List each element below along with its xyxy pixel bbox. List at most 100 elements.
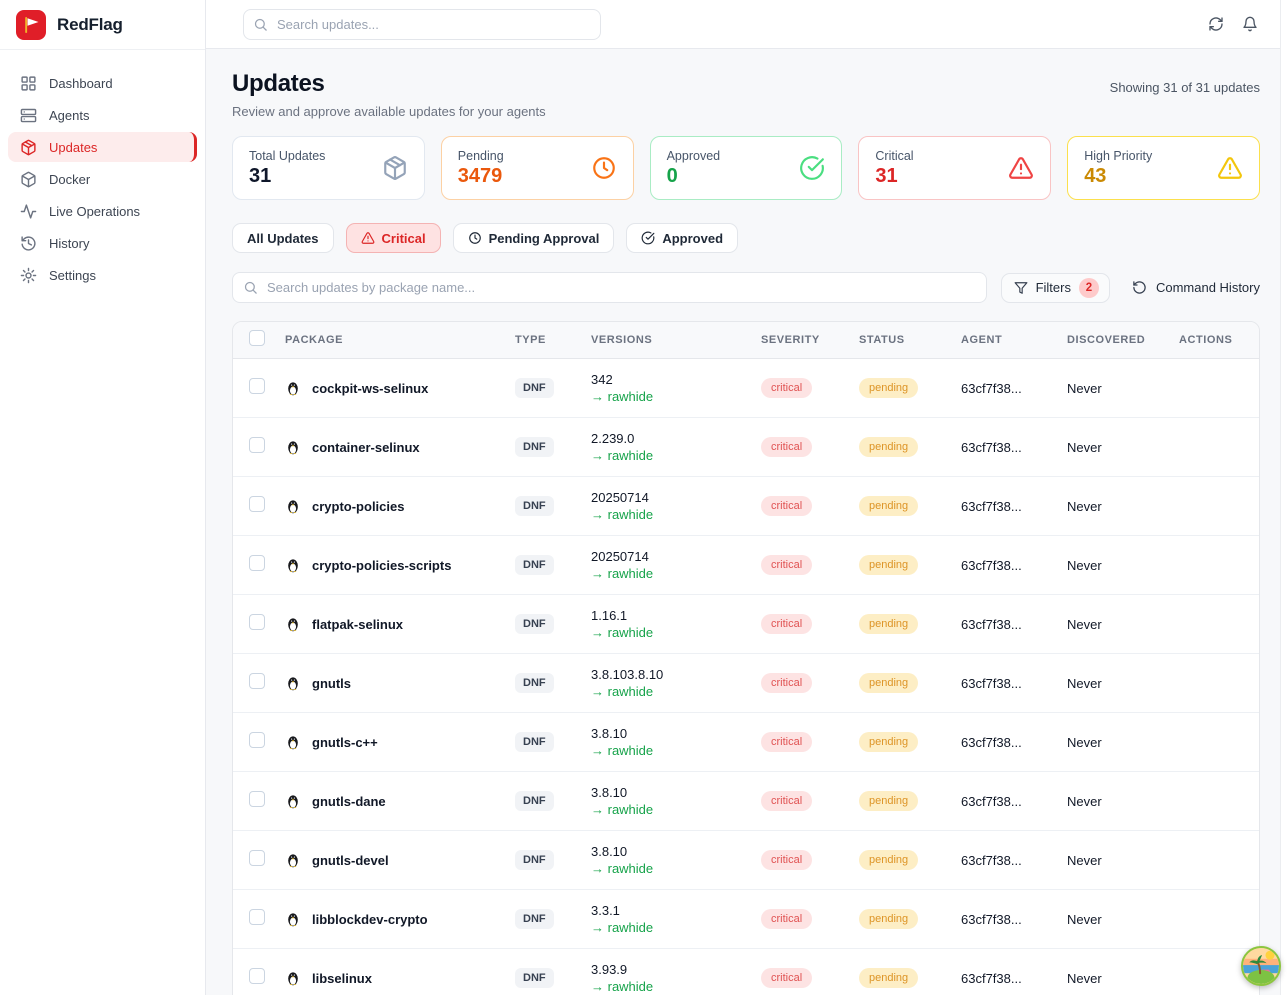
row-select-checkbox[interactable] [249,496,265,512]
version-current: 1.16.1 [591,607,751,624]
external-link-icon [1229,380,1245,396]
approve-button[interactable] [1179,439,1195,455]
approve-button[interactable] [1179,380,1195,396]
topbar [206,0,1288,49]
severity-badge: critical [761,378,812,398]
sidebar-item-updates[interactable]: Updates [8,132,197,162]
open-details-button[interactable] [1229,498,1245,514]
version-current: 3.3.1 [591,902,751,919]
row-select-checkbox[interactable] [249,673,265,689]
reject-button[interactable] [1204,793,1220,809]
package-search-input[interactable] [232,272,987,303]
reject-button[interactable] [1204,616,1220,632]
stat-value: 0 [667,165,721,188]
approve-button[interactable] [1179,793,1195,809]
type-badge: DNF [515,437,554,457]
stat-label: High Priority [1084,149,1152,163]
approve-button[interactable] [1179,557,1195,573]
severity-badge: critical [761,968,812,988]
row-select-checkbox[interactable] [249,909,265,925]
approve-button[interactable] [1179,616,1195,632]
linux-penguin-icon [285,439,301,455]
version-current: 3.8.10 [591,784,751,801]
table-toolbar: Filters 2 Command History [232,272,1260,303]
filter-tab-pending-approval[interactable]: Pending Approval [453,223,615,253]
stat-card-approved: Approved 0 [650,136,843,200]
row-select-checkbox[interactable] [249,968,265,984]
reject-button[interactable] [1204,852,1220,868]
column-header-status: STATUS [859,334,961,346]
row-select-checkbox[interactable] [249,614,265,630]
reject-button[interactable] [1204,557,1220,573]
reject-button[interactable] [1204,439,1220,455]
row-select-checkbox[interactable] [249,437,265,453]
open-details-button[interactable] [1229,852,1245,868]
open-details-button[interactable] [1229,793,1245,809]
approve-button[interactable] [1179,734,1195,750]
open-details-button[interactable] [1229,557,1245,573]
refresh-button[interactable] [1208,16,1224,32]
sidebar-item-history[interactable]: History [8,228,197,258]
linux-penguin-icon [285,911,301,927]
approve-button[interactable] [1179,852,1195,868]
check-circle-icon [1179,557,1195,573]
status-badge: pending [859,378,918,398]
sidebar-item-agents[interactable]: Agents [8,100,197,130]
scrollbar[interactable] [1280,0,1288,995]
open-details-button[interactable] [1229,380,1245,396]
version-current: 20250714 [591,548,751,565]
severity-badge: critical [761,614,812,634]
open-details-button[interactable] [1229,616,1245,632]
approve-button[interactable] [1179,970,1195,986]
agent-id: 63cf7f38... [961,676,1067,691]
open-details-button[interactable] [1229,911,1245,927]
select-all-checkbox[interactable] [249,330,265,346]
row-select-checkbox[interactable] [249,732,265,748]
approve-button[interactable] [1179,498,1195,514]
reject-button[interactable] [1204,734,1220,750]
notifications-button[interactable] [1242,16,1258,32]
reject-button[interactable] [1204,498,1220,514]
check-circle-icon [1179,911,1195,927]
agent-id: 63cf7f38... [961,735,1067,750]
version-current: 20250714 [591,489,751,506]
sidebar-item-live-operations[interactable]: Live Operations [8,196,197,226]
filters-button[interactable]: Filters 2 [1001,273,1110,303]
row-select-checkbox[interactable] [249,378,265,394]
global-search-input[interactable] [243,9,601,40]
filter-tab-critical[interactable]: Critical [346,223,441,253]
stat-label: Approved [667,149,721,163]
open-details-button[interactable] [1229,439,1245,455]
version-target: → rawhide [591,388,751,405]
filter-tab-all-updates[interactable]: All Updates [232,223,334,253]
island-overlay-icon[interactable] [1241,946,1281,986]
sidebar-item-docker[interactable]: Docker [8,164,197,194]
package-name: gnutls-dane [312,794,386,809]
reject-button[interactable] [1204,380,1220,396]
reject-button[interactable] [1204,675,1220,691]
package-icon [382,155,408,181]
row-select-checkbox[interactable] [249,791,265,807]
open-details-button[interactable] [1229,675,1245,691]
status-badge: pending [859,909,918,929]
filter-tab-approved[interactable]: Approved [626,223,738,253]
row-select-checkbox[interactable] [249,555,265,571]
linux-penguin-icon [285,734,301,750]
approve-button[interactable] [1179,675,1195,691]
open-details-button[interactable] [1229,734,1245,750]
external-link-icon [1229,793,1245,809]
stat-label: Pending [458,149,504,163]
reject-button[interactable] [1204,911,1220,927]
x-circle-icon [1204,380,1220,396]
version-target: → rawhide [591,506,751,523]
approve-button[interactable] [1179,911,1195,927]
search-icon [253,17,268,32]
check-circle-icon [1179,852,1195,868]
command-history-button[interactable]: Command History [1132,280,1260,295]
sidebar-item-dashboard[interactable]: Dashboard [8,68,197,98]
search-icon [243,280,258,295]
row-select-checkbox[interactable] [249,850,265,866]
reject-button[interactable] [1204,970,1220,986]
sidebar-item-settings[interactable]: Settings [8,260,197,290]
package-name: cockpit-ws-selinux [312,381,428,396]
